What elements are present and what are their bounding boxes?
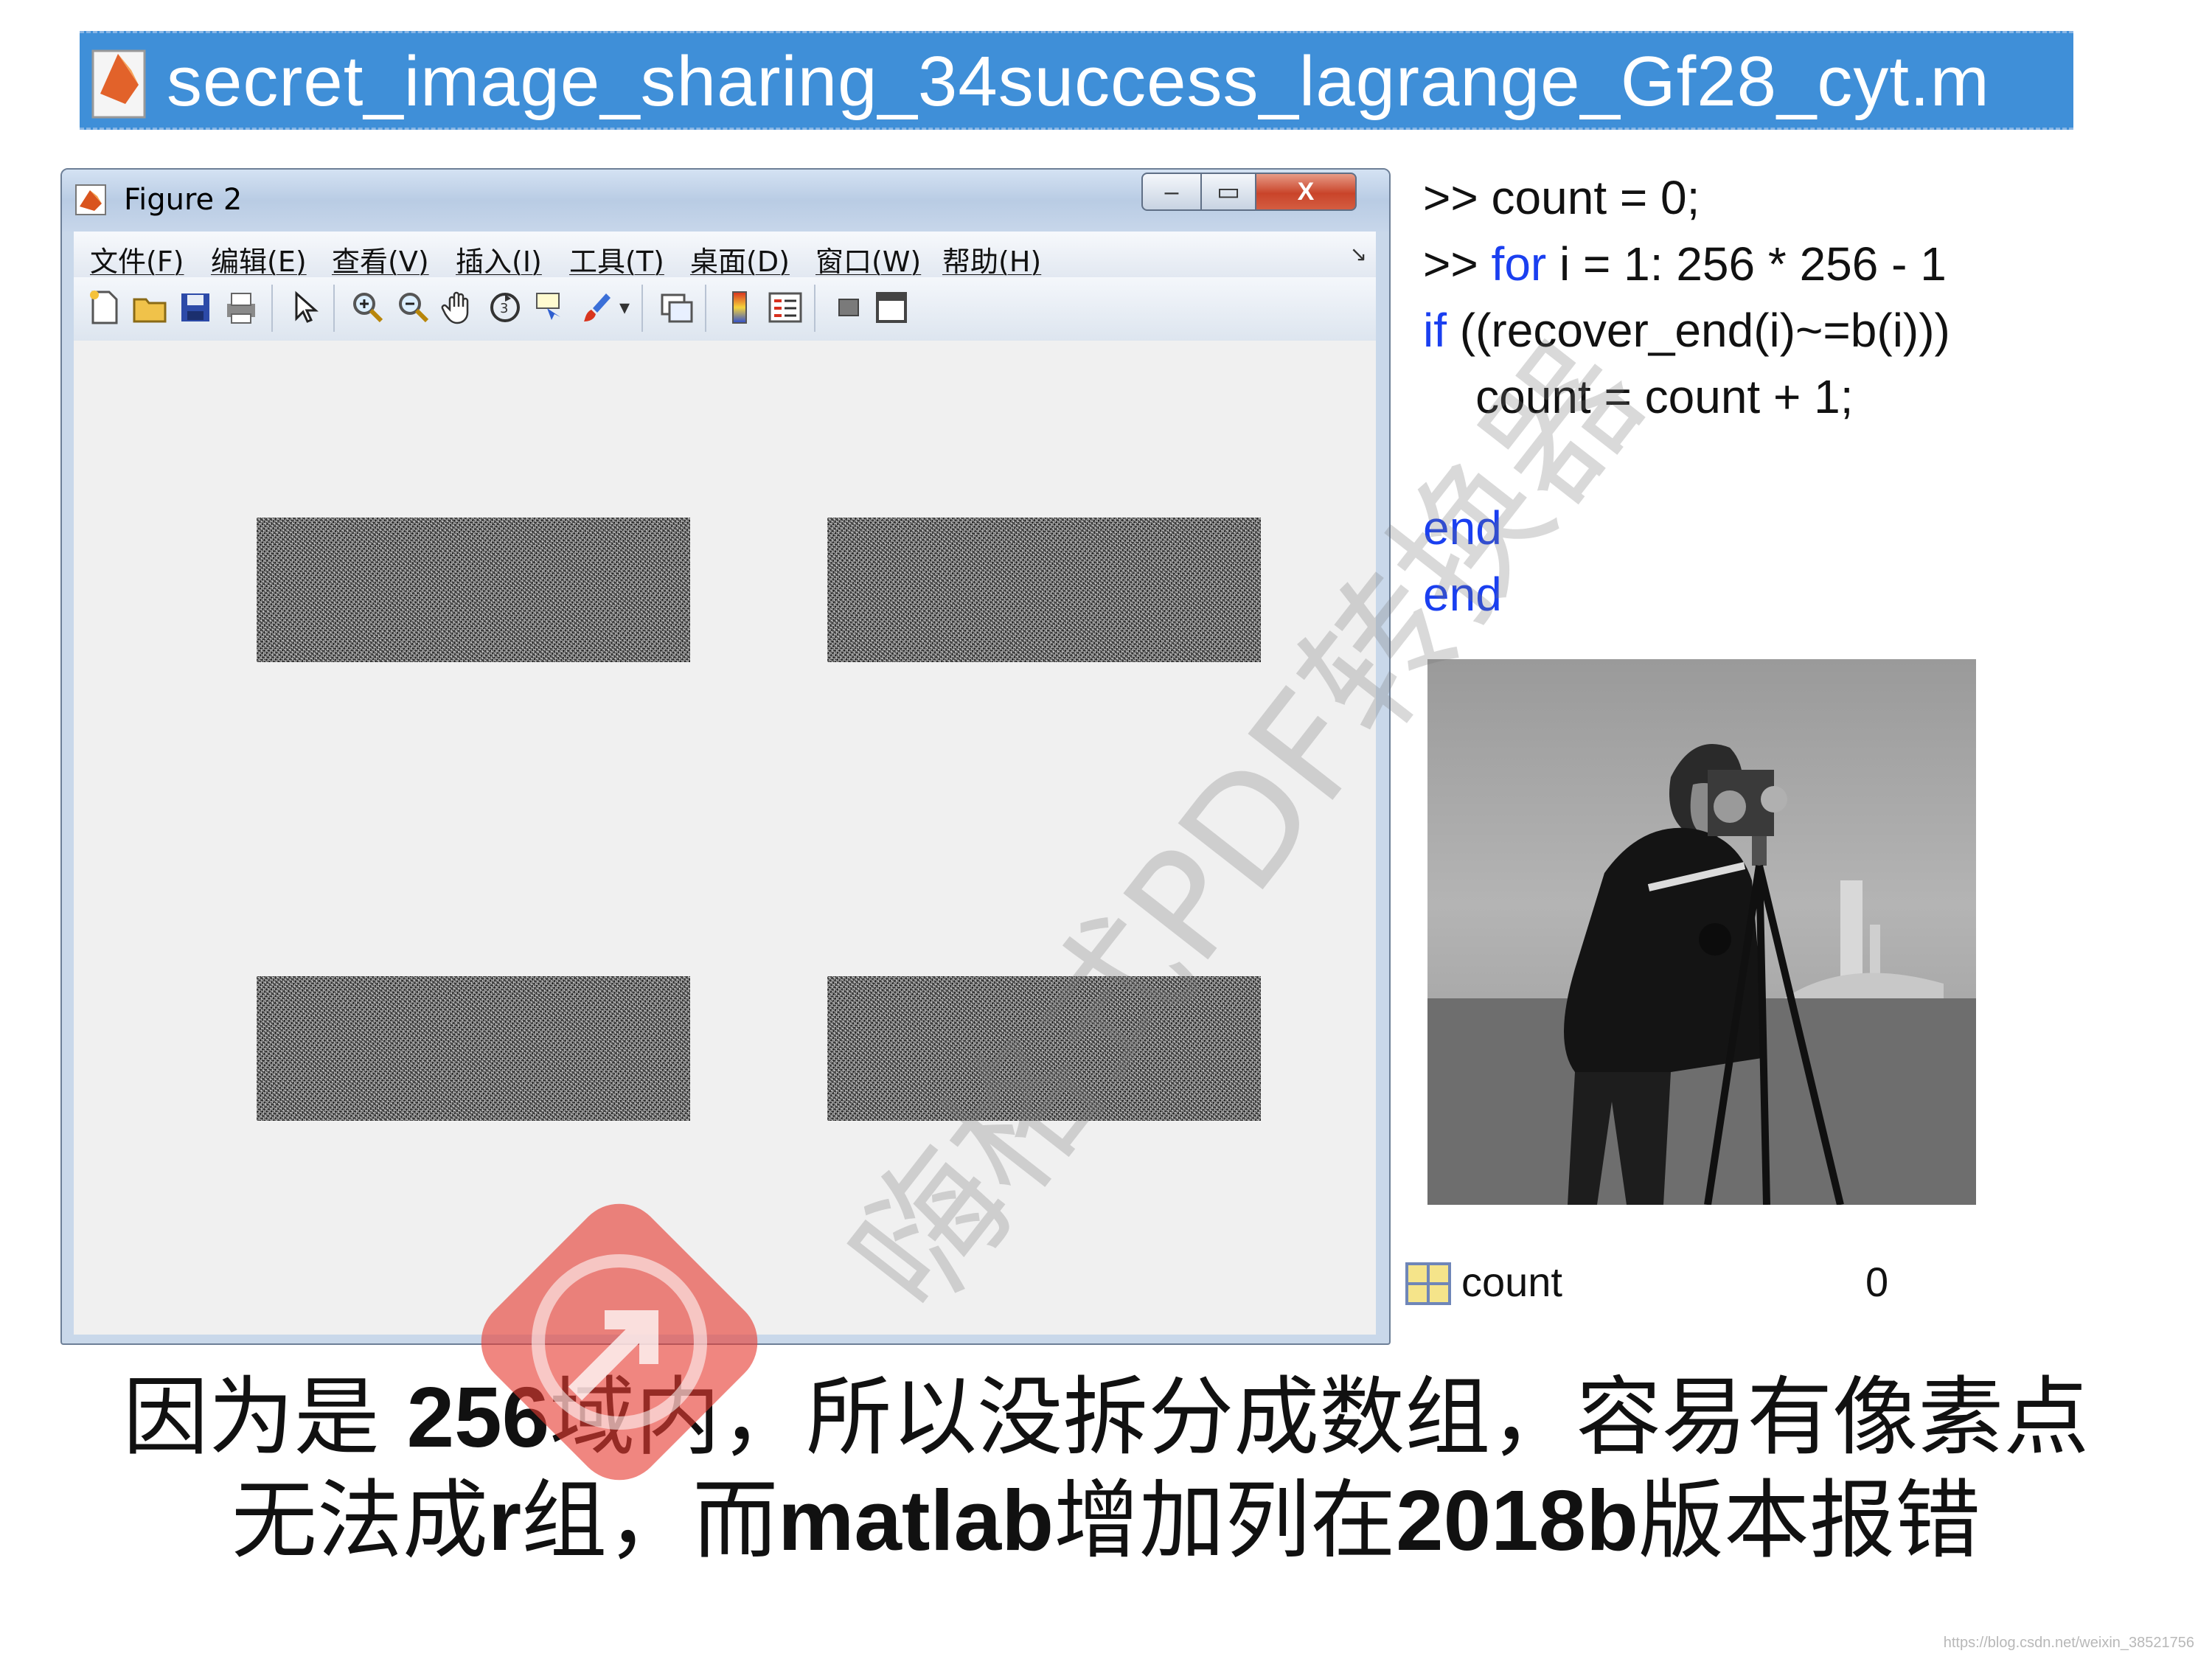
code-for-range: i = 1: 256 * 256 - 1 — [1546, 237, 1947, 291]
menu-insert[interactable]: 插入(I) — [456, 239, 542, 279]
caption-text: 版本报错 — [1638, 1471, 1980, 1571]
minimize-icon: – — [1164, 177, 1179, 206]
workspace-variable-row[interactable]: count 0 — [1401, 1251, 1917, 1317]
matlab-logo-icon — [75, 184, 106, 215]
rotate-3d-icon[interactable]: 3 — [485, 288, 525, 327]
colorbar-icon[interactable] — [720, 288, 759, 327]
toolbar-separator — [705, 285, 706, 332]
menu-desktop[interactable]: 桌面(D) — [690, 239, 790, 279]
toolbar-separator — [814, 285, 815, 332]
recovered-cameraman-image — [1427, 659, 1976, 1205]
minimize-button[interactable]: – — [1141, 173, 1202, 211]
caption-bold: 2018b — [1396, 1472, 1638, 1568]
code-line-2: >> for i = 1: 256 * 256 - 1 — [1423, 234, 1947, 293]
window-titlebar[interactable]: Figure 2 – ▭ X — [62, 170, 1389, 232]
close-button[interactable]: X — [1255, 173, 1357, 211]
code-line-1: >> count = 0; — [1423, 171, 1700, 224]
watermark-logo-icon — [481, 1203, 758, 1481]
noise-share-image-1 — [257, 518, 690, 662]
save-icon[interactable] — [175, 288, 215, 327]
caption-line-2: 无法成r组，而matlab增加列在2018b版本报错 — [0, 1451, 2212, 1575]
variable-name: count — [1461, 1259, 1562, 1305]
brush-dropdown-icon[interactable]: ▾ — [619, 295, 630, 319]
caption-bold: matlab — [778, 1472, 1054, 1568]
variable-grid-icon — [1405, 1262, 1451, 1305]
cameraman-illustration — [1427, 744, 1976, 1205]
code-line-3: if ((recover_end(i)~=b(i))) — [1423, 301, 1950, 360]
code-keyword-if: if — [1423, 304, 1447, 357]
menu-dock-arrow-icon[interactable]: ↘ — [1350, 242, 1367, 266]
code-keyword-for: for — [1491, 237, 1547, 291]
file-title-bar: secret_image_sharing_34success_lagrange_… — [80, 31, 2073, 130]
hide-plot-tools-icon[interactable] — [829, 288, 869, 327]
link-plot-icon[interactable] — [656, 288, 696, 327]
menu-view[interactable]: 查看(V) — [332, 239, 429, 279]
print-icon[interactable] — [221, 288, 261, 327]
svg-text:3: 3 — [500, 301, 508, 316]
menu-file[interactable]: 文件(F) — [90, 239, 184, 279]
pointer-icon[interactable] — [285, 288, 324, 327]
file-title: secret_image_sharing_34success_lagrange_… — [167, 42, 1990, 121]
menu-bar: 文件(F) 编辑(E) 查看(V) 插入(I) 工具(T) 桌面(D) 窗口(W… — [74, 232, 1376, 278]
matlab-file-icon — [91, 49, 146, 119]
toolbar-separator — [271, 285, 273, 332]
zoom-out-icon[interactable] — [394, 288, 434, 327]
noise-share-image-2 — [827, 518, 1261, 662]
code-prompt: >> — [1423, 237, 1492, 291]
maximize-button[interactable]: ▭ — [1200, 173, 1256, 211]
image-credit: https://blog.csdn.net/weixin_38521756 — [1943, 1635, 2194, 1651]
menu-tools[interactable]: 工具(T) — [569, 239, 664, 279]
show-plot-tools-icon[interactable] — [872, 288, 911, 327]
toolbar-separator — [333, 285, 335, 332]
noise-share-image-3 — [257, 976, 690, 1121]
toolbar-separator — [641, 285, 643, 332]
variable-value: 0 — [1865, 1259, 1889, 1305]
zoom-in-icon[interactable] — [348, 288, 388, 327]
open-folder-icon[interactable] — [130, 288, 170, 327]
brush-icon[interactable] — [577, 288, 616, 327]
maximize-icon: ▭ — [1216, 178, 1241, 206]
figure-toolbar: 3 ▾ — [74, 277, 1376, 341]
menu-help[interactable]: 帮助(H) — [942, 239, 1041, 279]
new-file-icon[interactable] — [84, 288, 124, 327]
menu-edit[interactable]: 编辑(E) — [211, 239, 307, 279]
close-icon: X — [1297, 177, 1315, 206]
menu-window[interactable]: 窗口(W) — [815, 239, 921, 279]
caption-text: 增加列在 — [1054, 1471, 1397, 1571]
legend-icon[interactable] — [765, 288, 805, 327]
window-title: Figure 2 — [124, 183, 243, 217]
data-cursor-icon[interactable] — [531, 288, 571, 327]
pan-hand-icon[interactable] — [439, 288, 479, 327]
